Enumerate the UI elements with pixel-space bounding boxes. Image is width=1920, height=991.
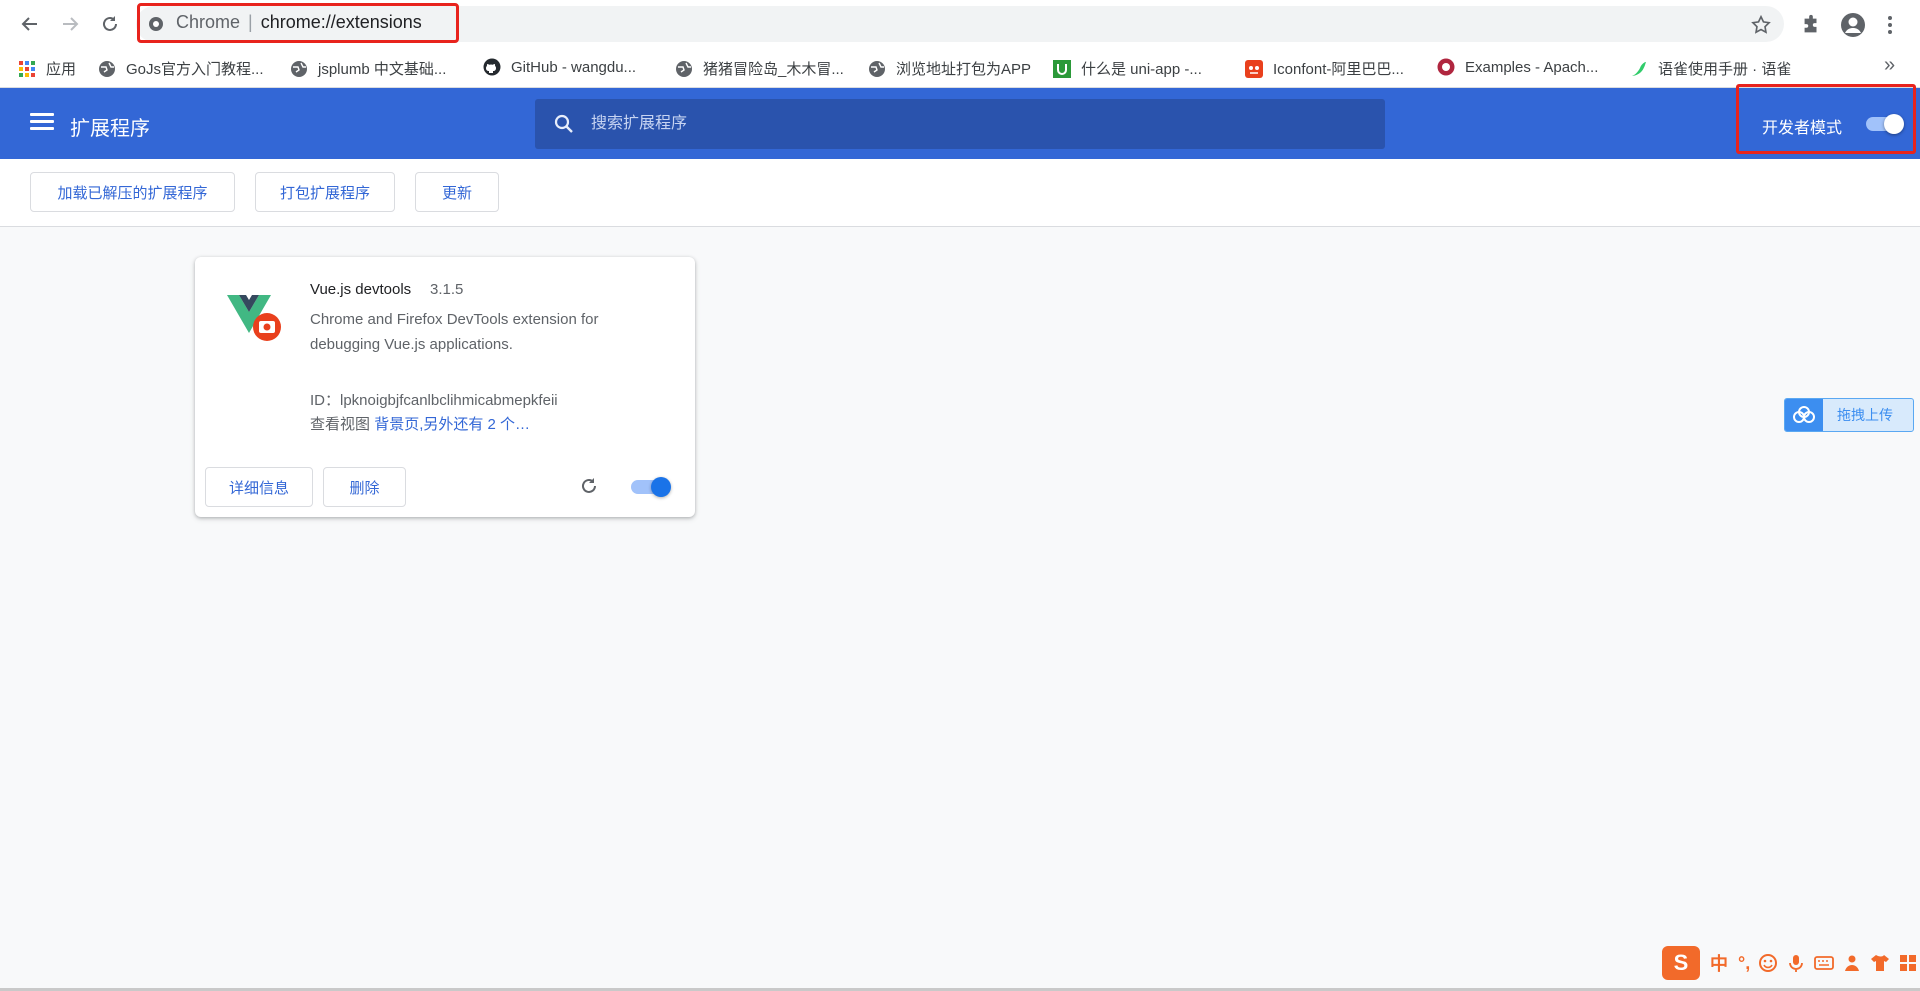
emoji-icon[interactable] — [1758, 953, 1778, 973]
bookmark-label: 应用 — [46, 61, 77, 78]
sogou-logo-icon[interactable]: S — [1662, 946, 1700, 980]
extension-name: Vue.js devtools — [310, 281, 412, 298]
developer-action-bar: 加载已解压的扩展程序 打包扩展程序 更新 — [0, 159, 1920, 227]
bookmark-label: 浏览地址打包为APP — [896, 61, 1032, 78]
extensions-header: 扩展程序 开发者模式 — [0, 88, 1920, 159]
user-icon[interactable] — [1842, 953, 1862, 973]
bookmark-iconfont[interactable]: Iconfont-阿里巴巴... — [1245, 58, 1404, 79]
remove-button[interactable]: 删除 — [323, 467, 406, 507]
search-bar[interactable] — [535, 99, 1385, 149]
apps-grid-icon — [18, 60, 36, 78]
pack-extension-button[interactable]: 打包扩展程序 — [255, 172, 395, 212]
extensions-puzzle-icon[interactable] — [1800, 14, 1822, 36]
details-button[interactable]: 详细信息 — [205, 467, 313, 507]
update-button[interactable]: 更新 — [415, 172, 499, 212]
bookmark-label: GoJs官方入门教程... — [126, 61, 264, 78]
globe-icon — [290, 60, 308, 78]
views-label: 查看视图 — [310, 416, 371, 433]
globe-icon — [675, 60, 693, 78]
bookmark-browser-app[interactable]: 浏览地址打包为APP — [868, 58, 1031, 79]
extension-id: ID：lpknoigbjfcanlbclihmicabmepkfeii — [310, 392, 558, 409]
bookmark-label: GitHub - wangdu... — [511, 58, 637, 76]
apache-icon — [1437, 58, 1455, 76]
skin-shirt-icon[interactable] — [1870, 953, 1890, 973]
browser-toolbar: Chrome | chrome://extensions — [0, 0, 1920, 48]
github-icon — [483, 58, 501, 76]
bookmark-apps[interactable]: 应用 — [18, 58, 76, 79]
ime-mode[interactable]: 中 — [1710, 950, 1728, 976]
load-unpacked-button[interactable]: 加载已解压的扩展程序 — [30, 172, 235, 212]
profile-avatar-icon[interactable] — [1840, 12, 1866, 38]
bookmark-gojs[interactable]: GoJs官方入门教程... — [98, 58, 264, 79]
views-link[interactable]: 背景页,另外还有 2 个… — [374, 416, 530, 433]
ime-toolbar: S 中 °, — [1662, 944, 1920, 982]
arrow-right-icon — [63, 17, 79, 31]
globe-icon — [98, 60, 116, 78]
bookmarks-bar: 应用 GoJs官方入门教程... jsplumb 中文基础... GitHub … — [0, 48, 1920, 88]
microphone-icon[interactable] — [1786, 953, 1806, 973]
yuque-icon — [1630, 60, 1648, 78]
bookmark-apache[interactable]: Examples - Apach... — [1437, 58, 1598, 76]
more-vert-icon[interactable] — [1882, 14, 1898, 36]
extension-enable-toggle[interactable] — [631, 477, 673, 497]
bookmark-star-icon[interactable] — [1750, 14, 1772, 36]
arrow-left-icon — [21, 17, 37, 31]
back-button[interactable] — [12, 6, 48, 42]
bookmark-label: 猪猪冒险岛_木木冒... — [703, 61, 844, 78]
bookmark-label: jsplumb 中文基础... — [318, 61, 447, 78]
bookmark-jsplumb[interactable]: jsplumb 中文基础... — [290, 58, 446, 79]
bookmarks-overflow-button[interactable]: » — [1884, 54, 1895, 77]
url-highlight-box — [137, 3, 459, 43]
uniapp-icon — [1053, 59, 1071, 78]
upload-label: 拖拽上传 — [1837, 407, 1893, 423]
reload-icon — [103, 16, 117, 31]
hamburger-menu-icon[interactable] — [30, 113, 54, 133]
iconfont-icon — [1245, 59, 1263, 78]
bookmark-uniapp[interactable]: 什么是 uni-app -... — [1053, 58, 1202, 79]
bookmark-maoxiandao[interactable]: 猪猪冒险岛_木木冒... — [675, 58, 844, 79]
toolbox-grid-icon[interactable] — [1898, 953, 1918, 973]
page-title: 扩展程序 — [70, 118, 150, 140]
bookmark-label: Iconfont-阿里巴巴... — [1273, 61, 1404, 78]
bookmark-label: 语雀使用手册 · 语雀 — [1658, 61, 1792, 78]
drag-upload-widget[interactable]: 拖拽上传 — [1784, 398, 1914, 432]
cloud-icon — [1785, 399, 1823, 431]
bookmark-github[interactable]: GitHub - wangdu... — [483, 58, 636, 76]
search-input[interactable] — [591, 99, 1351, 149]
bookmark-label: 什么是 uni-app -... — [1081, 61, 1202, 78]
dev-mode-highlight-box — [1736, 84, 1916, 154]
keyboard-icon[interactable] — [1814, 953, 1835, 973]
extension-description: Chrome and Firefox DevTools extension fo… — [310, 311, 599, 353]
extension-card: Vue.js devtools 3.1.5 Chrome and Firefox… — [195, 257, 695, 517]
reload-extension-icon[interactable] — [578, 475, 600, 497]
extension-views: 查看视图 背景页,另外还有 2 个… — [310, 413, 530, 434]
forward-button[interactable] — [52, 6, 88, 42]
search-icon — [554, 114, 573, 133]
ime-punctuation[interactable]: °, — [1738, 953, 1750, 974]
bookmark-yuque[interactable]: 语雀使用手册 · 语雀 — [1630, 58, 1791, 79]
vue-logo-icon — [227, 295, 281, 341]
reload-button[interactable] — [92, 6, 128, 42]
globe-icon — [868, 60, 886, 78]
card-divider — [195, 461, 695, 462]
bookmark-label: Examples - Apach... — [1465, 58, 1599, 76]
extension-version: 3.1.5 — [430, 281, 464, 298]
